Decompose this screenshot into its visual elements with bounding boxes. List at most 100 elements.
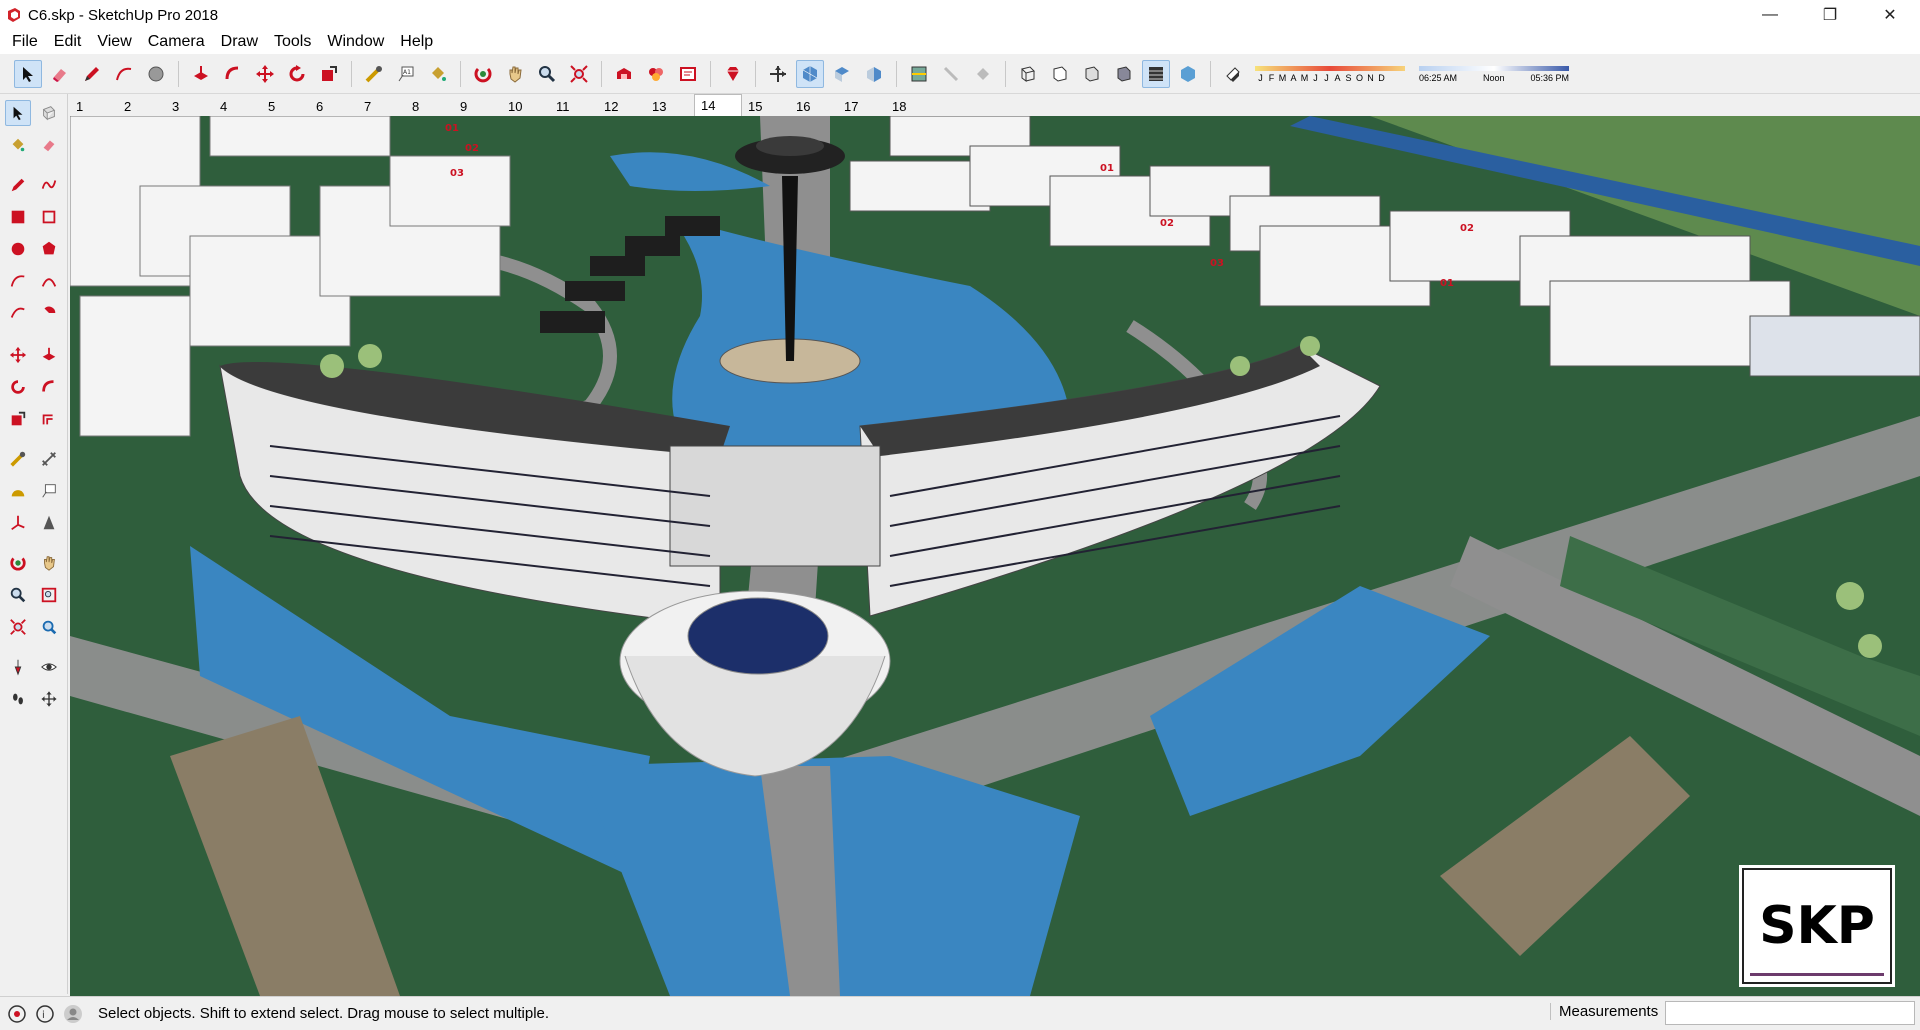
scene-tab-16[interactable]: 16 (790, 96, 838, 116)
scale-tool-button[interactable] (315, 60, 343, 88)
menu-file[interactable]: File (4, 33, 46, 51)
model-viewport[interactable]: 01 02 03 01 02 03 02 01 SKP (70, 116, 1920, 996)
orbit-button[interactable] (469, 60, 497, 88)
select-tool[interactable] (5, 100, 31, 126)
paint-bucket-button[interactable] (424, 60, 452, 88)
paint-bucket-tool[interactable] (5, 132, 31, 158)
shadow-date-slider[interactable] (1255, 65, 1405, 73)
dimension-tool[interactable] (36, 446, 62, 472)
geo-location-icon[interactable] (6, 1003, 28, 1025)
measurements-input[interactable] (1665, 1001, 1915, 1025)
polygon-tool[interactable] (36, 236, 62, 262)
scene-tab-10[interactable]: 10 (502, 96, 550, 116)
minimize-button[interactable]: — (1740, 0, 1800, 30)
walk-tool[interactable] (5, 686, 31, 712)
tape-measure-tool[interactable] (5, 446, 31, 472)
move-tool-button[interactable] (251, 60, 279, 88)
pan-button[interactable] (501, 60, 529, 88)
follow-me-tool[interactable] (36, 374, 62, 400)
eraser-tool[interactable] (36, 132, 62, 158)
three-point-arc-tool[interactable] (5, 300, 31, 326)
rotate-tool[interactable] (5, 374, 31, 400)
shape-tool-button[interactable] (142, 60, 170, 88)
credits-icon[interactable]: i (34, 1003, 56, 1025)
menu-help[interactable]: Help (392, 33, 441, 51)
menu-edit[interactable]: Edit (46, 33, 90, 51)
back-edges-button[interactable] (1046, 60, 1074, 88)
scene-tab-1[interactable]: 1 (70, 96, 118, 116)
scale-tool[interactable] (5, 406, 31, 432)
scene-tab-6[interactable]: 6 (310, 96, 358, 116)
close-button[interactable]: ✕ (1860, 0, 1920, 30)
menu-camera[interactable]: Camera (140, 33, 213, 51)
xray-button[interactable] (1014, 60, 1042, 88)
scene-tab-17[interactable]: 17 (838, 96, 886, 116)
two-point-arc-tool[interactable] (36, 268, 62, 294)
look-around-tool[interactable] (36, 654, 62, 680)
pan-tool[interactable] (36, 550, 62, 576)
select-tool-button[interactable] (14, 59, 42, 88)
scene-tab-3[interactable]: 3 (166, 96, 214, 116)
scene-tab-15[interactable]: 15 (742, 96, 790, 116)
rotated-rectangle-tool[interactable] (36, 204, 62, 230)
rectangle-tool[interactable] (5, 204, 31, 230)
arc-tool-button[interactable] (110, 60, 138, 88)
text-tool[interactable] (36, 478, 62, 504)
menu-draw[interactable]: Draw (213, 33, 266, 51)
zoom-window-tool[interactable] (36, 582, 62, 608)
zoom-extents-tool[interactable] (5, 614, 31, 640)
shadows-toggle-button[interactable] (1219, 60, 1247, 88)
protractor-button[interactable] (969, 60, 997, 88)
push-pull-tool[interactable] (36, 342, 62, 368)
push-pull-tool-button[interactable] (187, 60, 215, 88)
scene-tab-18[interactable]: 18 (886, 96, 934, 116)
section-plane-button[interactable] (905, 60, 933, 88)
hidden-line-button[interactable] (1110, 60, 1138, 88)
scene-tab-2[interactable]: 2 (118, 96, 166, 116)
eraser-tool-button[interactable] (46, 60, 74, 88)
follow-me-tool-button[interactable] (219, 60, 247, 88)
restore-button[interactable]: ❐ (1800, 0, 1860, 30)
scene-tab-14[interactable]: 14 (694, 94, 742, 116)
circle-tool[interactable] (5, 236, 31, 262)
freehand-tool[interactable] (36, 172, 62, 198)
text-tool-button[interactable]: A1 (392, 60, 420, 88)
iso-view-button[interactable] (796, 59, 824, 88)
dimension-button[interactable] (937, 60, 965, 88)
move-tool[interactable] (5, 342, 31, 368)
wireframe-button[interactable] (1078, 60, 1106, 88)
components-3d-button[interactable] (642, 60, 670, 88)
shaded-textures-button[interactable] (1142, 59, 1170, 88)
make-component-tool[interactable] (36, 100, 62, 126)
warehouse-button[interactable] (610, 60, 638, 88)
protractor-tool[interactable] (5, 478, 31, 504)
menu-window[interactable]: Window (319, 33, 392, 51)
line-tool[interactable] (5, 172, 31, 198)
arc-tool[interactable] (5, 268, 31, 294)
scene-tab-4[interactable]: 4 (214, 96, 262, 116)
rotate-tool-button[interactable] (283, 60, 311, 88)
zoom-extents-button[interactable] (565, 60, 593, 88)
shadow-time-slider[interactable] (1419, 65, 1569, 73)
scene-tab-5[interactable]: 5 (262, 96, 310, 116)
front-view-button[interactable] (860, 60, 888, 88)
zoom-button[interactable] (533, 60, 561, 88)
position-camera-tool[interactable] (5, 654, 31, 680)
user-account-icon[interactable] (62, 1003, 84, 1025)
tape-measure-button[interactable] (360, 60, 388, 88)
top-view-button[interactable] (828, 60, 856, 88)
3d-text-tool[interactable] (36, 510, 62, 536)
pie-tool[interactable] (36, 300, 62, 326)
zoom-tool[interactable] (5, 582, 31, 608)
orbit-tool[interactable] (5, 550, 31, 576)
offset-tool[interactable] (36, 406, 62, 432)
scene-tab-13[interactable]: 13 (646, 96, 694, 116)
previous-view-tool[interactable] (36, 614, 62, 640)
axes-tool[interactable] (5, 510, 31, 536)
scene-tab-11[interactable]: 11 (550, 96, 598, 116)
menu-tools[interactable]: Tools (266, 33, 319, 51)
axes-button[interactable] (764, 60, 792, 88)
scene-tab-8[interactable]: 8 (406, 96, 454, 116)
scene-tab-9[interactable]: 9 (454, 96, 502, 116)
ruby-console-button[interactable] (719, 60, 747, 88)
